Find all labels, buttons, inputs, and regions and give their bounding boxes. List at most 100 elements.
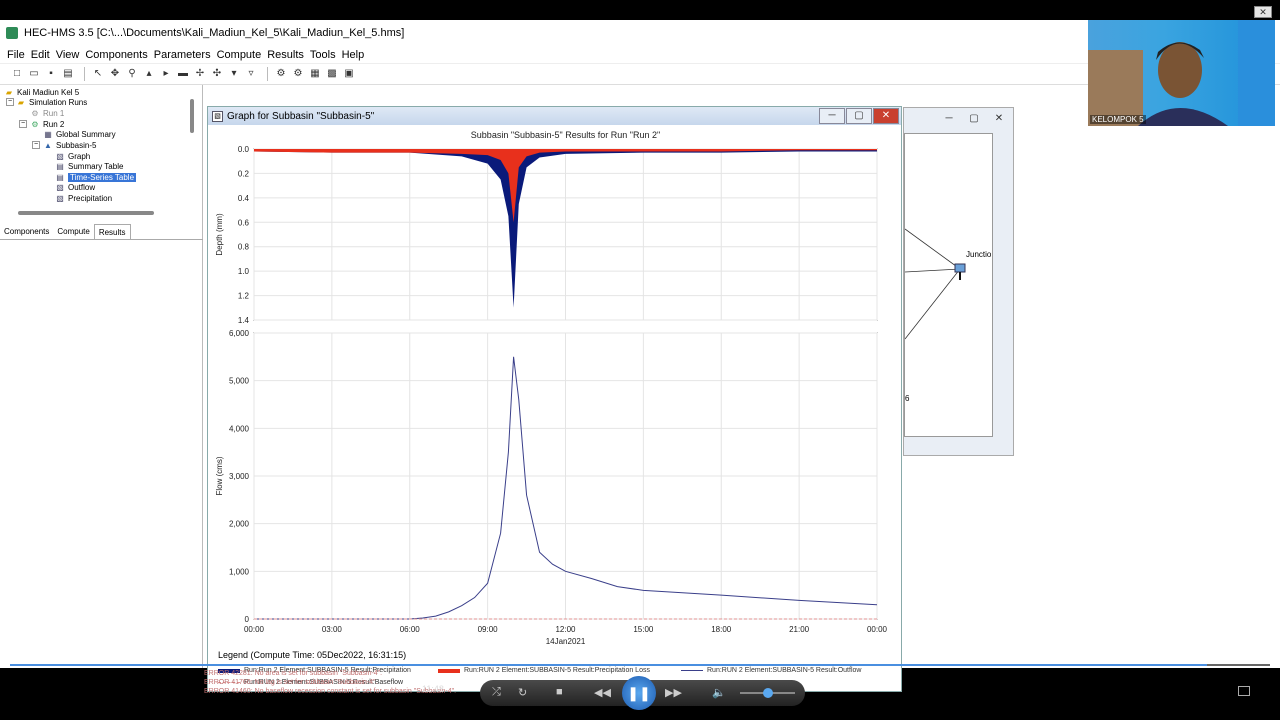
table-icon: ▤: [56, 173, 64, 182]
screen: ✕ HEC-HMS 3.5 [C:\...\Documents\Kali_Mad…: [0, 0, 1280, 720]
menu-components[interactable]: Components: [82, 49, 150, 61]
y-tick-label: 5,000: [229, 377, 250, 386]
table-icon: ▤: [56, 162, 64, 171]
x-tick-label: 12:00: [555, 625, 576, 634]
graph-icon: ▧: [56, 194, 64, 203]
global-summary-icon[interactable]: ▦: [308, 67, 322, 81]
tree-item-simulation-runs[interactable]: ▰ Simulation Runs: [16, 97, 87, 108]
sink-tool-icon[interactable]: ▿: [244, 67, 258, 81]
player-control-bar: ⤮ ↻ ■ ◀◀ ❚❚ ▶▶ 🔈: [480, 676, 805, 710]
switch-to-library-icon[interactable]: [1238, 686, 1250, 696]
basin-model-window: ─ ▢ ✕ Junctio 6: [903, 107, 1014, 456]
collapse-icon[interactable]: −: [19, 120, 27, 128]
watershed-explorer: ▰ Kali Madiun Kel 5 − ▰ Simulation Runs …: [0, 85, 203, 668]
x-date-label: 14Jan2021: [546, 637, 586, 646]
collapse-icon[interactable]: −: [6, 98, 14, 106]
subbasin-tool-icon[interactable]: ▴: [142, 67, 156, 81]
tree-item-label: Precipitation: [68, 194, 113, 203]
app-icon: [6, 27, 18, 39]
close-icon[interactable]: ✕: [987, 112, 1011, 128]
save-icon[interactable]: ▪: [44, 67, 58, 81]
menu-compute[interactable]: Compute: [214, 49, 265, 61]
x-tick-label: 06:00: [400, 625, 421, 634]
element-table-icon[interactable]: ▣: [342, 67, 356, 81]
menu-file[interactable]: File: [4, 49, 28, 61]
tree-item-global-summary[interactable]: ▦ Global Summary: [43, 129, 115, 140]
junction-tool-icon[interactable]: ✢: [193, 67, 207, 81]
tree-item-subbasin-5[interactable]: ▲ Subbasin-5: [43, 140, 96, 151]
y-axis-label-depth: Depth (mm): [215, 213, 224, 256]
graph-window-icon: ▧: [212, 110, 223, 122]
toolbar-separator: [267, 67, 268, 81]
diversion-tool-icon[interactable]: ✣: [210, 67, 224, 81]
close-icon[interactable]: ✕: [873, 108, 899, 124]
reach-tool-icon[interactable]: ▸: [159, 67, 173, 81]
reservoir-tool-icon[interactable]: ▬: [176, 67, 190, 81]
tree-item-precipitation[interactable]: ▧ Precipitation: [55, 193, 112, 204]
tab-components[interactable]: Components: [0, 224, 53, 239]
subbasin-icon: ▲: [44, 141, 52, 150]
basin-map-lines: [904, 228, 966, 340]
pause-icon[interactable]: ❚❚: [622, 676, 656, 710]
menu-tools[interactable]: Tools: [307, 49, 339, 61]
volume-knob[interactable]: [762, 688, 773, 698]
vertical-scrollbar[interactable]: [190, 99, 194, 133]
webcam-label: KELOMPOK 5: [1090, 115, 1146, 124]
y-axis-label-flow: Flow (cms): [215, 456, 224, 495]
fast-forward-icon[interactable]: ▶▶: [665, 686, 682, 699]
x-tick-label: 03:00: [322, 625, 343, 634]
repeat-icon[interactable]: ↻: [518, 686, 527, 699]
print-icon[interactable]: ▤: [61, 67, 75, 81]
tree-item-label: Simulation Runs: [29, 98, 88, 107]
seek-bar[interactable]: [10, 664, 1270, 666]
legend-title: Legend (Compute Time: 05Dec2022, 16:31:1…: [218, 650, 407, 660]
tree-item-outflow[interactable]: ▧ Outflow: [55, 182, 95, 193]
stop-icon[interactable]: ■: [556, 686, 563, 698]
playback-time: 11:48: [422, 684, 444, 694]
compute-icon[interactable]: ⚙: [274, 67, 288, 81]
tree-item-label: Run 2: [43, 120, 65, 129]
shuffle-icon[interactable]: ⤮: [492, 686, 501, 699]
new-file-icon[interactable]: □: [10, 67, 24, 81]
minimize-icon[interactable]: ─: [819, 108, 845, 124]
rewind-icon[interactable]: ◀◀: [594, 686, 611, 699]
menu-edit[interactable]: Edit: [28, 49, 53, 61]
graph-window-titlebar: ▧ Graph for Subbasin "Subbasin-5" ─ ▢ ✕: [208, 107, 901, 125]
open-folder-icon[interactable]: ▭: [27, 67, 41, 81]
graph-window-title: Graph for Subbasin "Subbasin-5": [227, 110, 375, 122]
menu-parameters[interactable]: Parameters: [151, 49, 214, 61]
menu-results[interactable]: Results: [264, 49, 307, 61]
volume-slider[interactable]: [740, 688, 795, 698]
zoom-icon[interactable]: ⚲: [125, 67, 139, 81]
tree-item-label: Subbasin-5: [56, 141, 97, 150]
graph-window: ▧ Graph for Subbasin "Subbasin-5" ─ ▢ ✕ …: [207, 106, 902, 692]
maximize-icon[interactable]: ▢: [962, 112, 986, 128]
tree-item-summary-table[interactable]: ▤ Summary Table: [55, 161, 123, 172]
x-tick-label: 00:00: [244, 625, 265, 634]
webcam-overlay: KELOMPOK 5: [1088, 20, 1275, 126]
element-graph-icon[interactable]: ▩: [325, 67, 339, 81]
folder-icon: ▰: [17, 98, 25, 107]
toolbar-separator: [84, 67, 85, 81]
volume-icon[interactable]: 🔈: [712, 686, 726, 699]
y-tick-label: 1.4: [238, 316, 250, 325]
x-tick-label: 21:00: [789, 625, 810, 634]
minimize-icon[interactable]: ─: [937, 112, 961, 128]
tab-compute[interactable]: Compute: [53, 224, 93, 239]
close-icon[interactable]: ✕: [1254, 6, 1272, 18]
source-tool-icon[interactable]: ▾: [227, 67, 241, 81]
graph-icon: ▧: [56, 152, 64, 161]
basin-map-canvas[interactable]: Junctio 6: [904, 133, 993, 437]
tree-item-run-1[interactable]: ⚙ Run 1: [30, 108, 64, 119]
results-chart[interactable]: Subbasin "Subbasin-5" Results for Run "R…: [208, 125, 901, 650]
menu-help[interactable]: Help: [339, 49, 368, 61]
maximize-icon[interactable]: ▢: [846, 108, 872, 124]
y-tick-label: 4,000: [229, 424, 250, 433]
menu-view[interactable]: View: [53, 49, 83, 61]
arrow-select-icon[interactable]: ↖: [91, 67, 105, 81]
collapse-icon[interactable]: −: [32, 141, 40, 149]
horizontal-scrollbar[interactable]: [18, 211, 154, 215]
compute-current-icon[interactable]: ⚙: [291, 67, 305, 81]
tab-results[interactable]: Results: [93, 224, 131, 239]
pan-icon[interactable]: ✥: [108, 67, 122, 81]
